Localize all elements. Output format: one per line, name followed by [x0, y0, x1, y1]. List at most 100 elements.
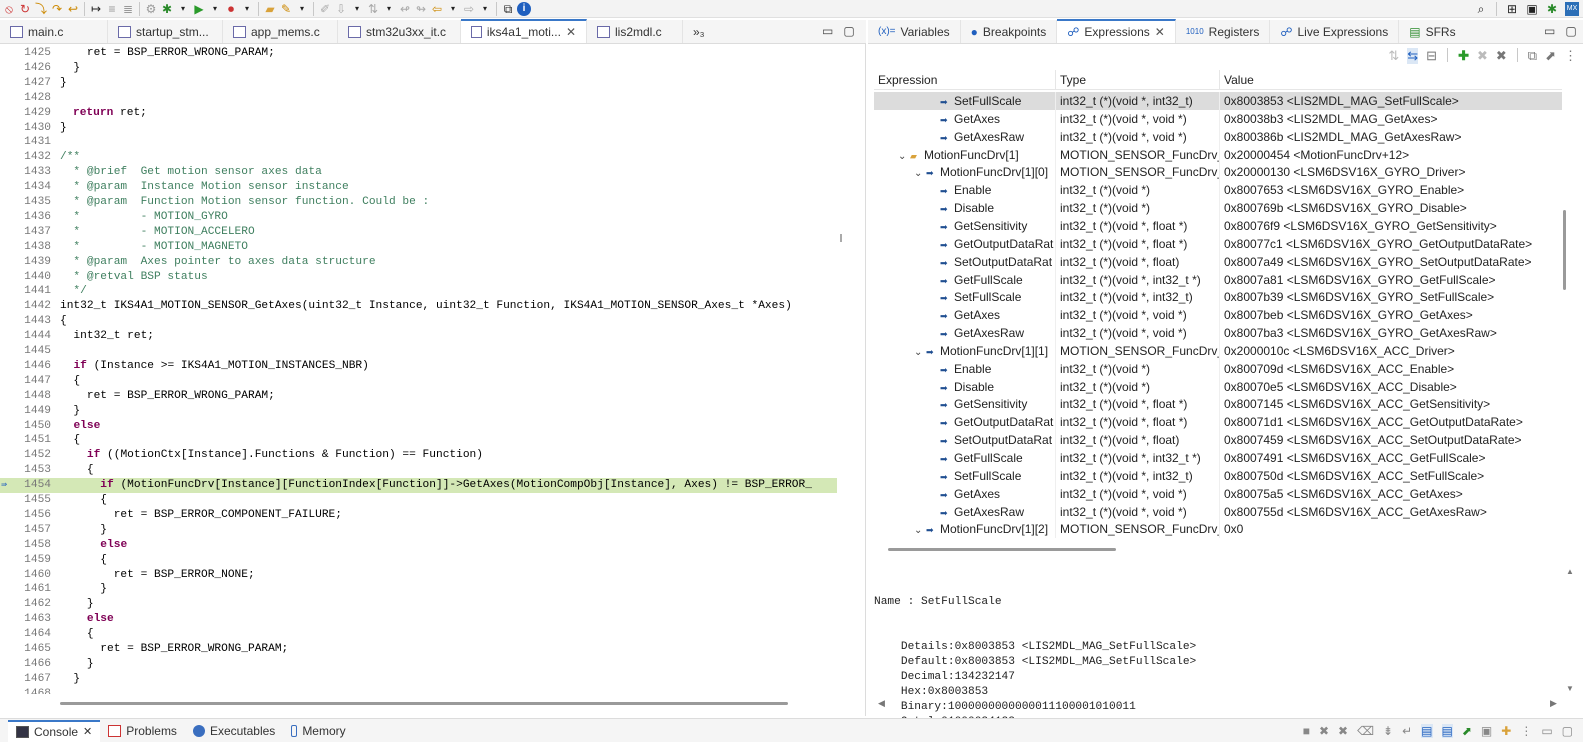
expression-value[interactable]: 0x80038b3 <LIS2MDL_MAG_GetAxes>	[1220, 110, 1562, 128]
code-line[interactable]: 1440 * @retval BSP status	[0, 270, 837, 285]
line-number[interactable]: 1434	[9, 180, 51, 195]
expression-row[interactable]: ➡ GetSensitivity int32_t (*)(void *, float…	[874, 395, 1562, 414]
line-number[interactable]: 1439	[9, 255, 51, 270]
pin-editor-icon[interactable]: ⧉	[501, 2, 515, 16]
dropdown-icon[interactable]: ▾	[295, 2, 309, 16]
expression-name-cell[interactable]: ➡ SetFullScale	[874, 466, 1056, 485]
expression-row[interactable]: ➡ GetAxes int32_t (*)(void *, void *) 0x800…	[874, 306, 1562, 325]
line-number[interactable]: 1468	[9, 687, 51, 694]
debug-icon[interactable]: ✱	[160, 2, 174, 16]
forward-icon[interactable]: ⇨	[462, 2, 476, 16]
code-line[interactable]: 1442 int32_t IKS4A1_MOTION_SENSOR_GetAxes…	[0, 299, 837, 314]
view-menu-icon[interactable]: ⋮	[1564, 48, 1577, 64]
expression-name-cell[interactable]: ⌄ ➡ MotionFuncDrv[1][0]	[874, 163, 1056, 182]
expression-name-cell[interactable]: ➡ Enable	[874, 181, 1056, 200]
code-line[interactable]: 1436 * - MOTION_GYRO	[0, 210, 837, 225]
expression-value[interactable]: 0x0	[1220, 520, 1562, 538]
line-number[interactable]: 1450	[9, 419, 51, 434]
dropdown-icon[interactable]: ▾	[478, 2, 492, 16]
redo-icon[interactable]: ↬	[414, 2, 428, 16]
editor-tab-overflow[interactable]: »₃	[683, 20, 715, 43]
line-number[interactable]: 1436	[9, 210, 51, 225]
display-console-icon[interactable]: ▣	[1481, 724, 1492, 738]
code-line[interactable]: 1429 return ret;	[0, 106, 837, 121]
expression-row[interactable]: ➡ Disable int32_t (*)(void *) 0x80070e5 <LS…	[874, 377, 1562, 396]
code-line[interactable]: 1443 {	[0, 314, 837, 329]
pin-console-icon[interactable]: ⬈	[1462, 724, 1472, 738]
expression-value[interactable]: 0x20000454 <MotionFuncDrv+12>	[1220, 146, 1562, 164]
expression-value[interactable]: 0x80071d1 <LSM6DSV16X_ACC_GetOutputDataR…	[1220, 413, 1562, 431]
expression-name-cell[interactable]: ➡ GetOutputDataRat	[874, 234, 1056, 253]
expression-value[interactable]: 0x80070e5 <LSM6DSV16X_ACC_Disable>	[1220, 378, 1562, 396]
expression-row[interactable]: ⌄ ➡ MotionFuncDrv[1][1] MOTION_SENSOR_FuncD…	[874, 341, 1562, 360]
expression-row[interactable]: ➡ GetOutputDataRat int32_t (*)(void *, flo…	[874, 413, 1562, 432]
code-line[interactable]: 1432 /**	[0, 150, 837, 165]
expression-name-cell[interactable]: ➡ GetAxes	[874, 109, 1056, 128]
line-number[interactable]: 1456	[9, 508, 51, 523]
last-edit-icon[interactable]: ↫	[398, 2, 412, 16]
code-line[interactable]: 1425 ret = BSP_ERROR_WRONG_PARAM;	[0, 46, 837, 61]
column-value[interactable]: Value	[1220, 70, 1562, 90]
close-icon[interactable]: ✕	[1155, 25, 1165, 39]
expression-value[interactable]: 0x2000010c <LSM6DSV16X_ACC_Driver>	[1220, 342, 1562, 360]
collapse-icon[interactable]: ⌄	[914, 344, 926, 360]
code-line[interactable]: 1428	[0, 91, 837, 106]
step-over-icon[interactable]: ↷	[50, 2, 64, 16]
dropdown-icon[interactable]: ▾	[176, 2, 190, 16]
line-number[interactable]: 1455	[9, 493, 51, 508]
line-number[interactable]: 1464	[9, 627, 51, 642]
editor-tab-stm32u3xx-it[interactable]: stm32u3xx_it.c	[338, 20, 461, 43]
dropdown-icon[interactable]: ▾	[208, 2, 222, 16]
expression-name-cell[interactable]: ➡ GetSensitivity	[874, 216, 1056, 235]
expression-row[interactable]: ➡ SetOutputDataRat int32_t (*)(void *, flo…	[874, 252, 1562, 271]
pen-icon[interactable]: ✐	[318, 2, 332, 16]
word-wrap-icon[interactable]: ↵	[1402, 724, 1412, 738]
line-number[interactable]: 1452	[9, 448, 51, 463]
expression-name-cell[interactable]: ➡ Disable	[874, 199, 1056, 218]
details-scroll-up[interactable]: ▲	[1566, 567, 1574, 576]
open-console-icon[interactable]: ✚	[1501, 724, 1511, 738]
remove-launch-icon[interactable]: ✖	[1319, 724, 1329, 738]
device-config-icon[interactable]: MX	[1565, 2, 1579, 16]
expression-value[interactable]: 0x800386b <LIS2MDL_MAG_GetAxesRaw>	[1220, 128, 1562, 146]
show-on-error-icon[interactable]: ▤	[1441, 723, 1453, 738]
tab-expressions[interactable]: ☍ Expressions ✕	[1057, 19, 1176, 43]
show-logical-structure-icon[interactable]: ⇆	[1407, 48, 1419, 64]
line-number[interactable]: 1425	[9, 46, 51, 61]
editor-tab-app-mems[interactable]: app_mems.c	[223, 20, 338, 43]
line-number[interactable]: 1432	[9, 150, 51, 165]
line-number[interactable]: 1463	[9, 612, 51, 627]
line-number[interactable]: 1440	[9, 270, 51, 285]
tab-problems[interactable]: Problems	[100, 720, 185, 742]
show-type-names-icon[interactable]: ⇅	[1388, 48, 1399, 64]
close-icon[interactable]: ✕	[566, 25, 576, 39]
step-into-icon[interactable]: ⤵	[34, 2, 48, 16]
expression-name-cell[interactable]: ➡ Disable	[874, 377, 1056, 396]
collapse-icon[interactable]: ⌄	[914, 165, 926, 181]
expression-value[interactable]: 0x800755d <LSM6DSV16X_ACC_GetAxesRaw>	[1220, 503, 1562, 521]
code-line[interactable]: 1446 if (Instance >= IKS4A1_MOTION_INSTA…	[0, 359, 837, 374]
code-line[interactable]: 1435 * @param Function Motion sensor fun…	[0, 195, 837, 210]
expression-name-cell[interactable]: ➡ GetAxesRaw	[874, 127, 1056, 146]
step-return-icon[interactable]: ↩	[66, 2, 80, 16]
code-line[interactable]: 1467 }	[0, 672, 837, 687]
expression-name-cell[interactable]: ➡ SetOutputDataRat	[874, 431, 1056, 450]
tab-variables[interactable]: (x)= Variables	[868, 20, 961, 43]
code-line[interactable]: 1460 ret = BSP_ERROR_NONE;	[0, 568, 837, 583]
expression-value[interactable]: 0x8007ba3 <LSM6DSV16X_GYRO_GetAxesRaw>	[1220, 324, 1562, 342]
code-line[interactable]: 1466 }	[0, 657, 837, 672]
expression-name-cell[interactable]: ➡ GetSensitivity	[874, 395, 1056, 414]
collapse-icon[interactable]: ⌄	[914, 522, 926, 538]
code-line[interactable]: 1434 * @param Instance Motion sensor ins…	[0, 180, 837, 195]
expression-value[interactable]: 0x20000130 <LSM6DSV16X_GYRO_Driver>	[1220, 163, 1562, 181]
expression-value[interactable]: 0x8007145 <LSM6DSV16X_ACC_GetSensitivity…	[1220, 395, 1562, 413]
expression-value[interactable]: 0x8007653 <LSM6DSV16X_GYRO_Enable>	[1220, 181, 1562, 199]
expression-row[interactable]: ➡ SetFullScale int32_t (*)(void *, int32_t…	[874, 288, 1562, 307]
instruction-step-icon[interactable]: ↦	[89, 2, 103, 16]
list-icon[interactable]: ≡	[105, 2, 119, 16]
expression-name-cell[interactable]: ➡ GetFullScale	[874, 449, 1056, 467]
line-number[interactable]: 1457	[9, 523, 51, 538]
expression-row[interactable]: ➡ GetOutputDataRat int32_t (*)(void *, flo…	[874, 234, 1562, 253]
run-icon[interactable]: ▶	[192, 2, 206, 16]
line-number[interactable]: 1446	[9, 359, 51, 374]
